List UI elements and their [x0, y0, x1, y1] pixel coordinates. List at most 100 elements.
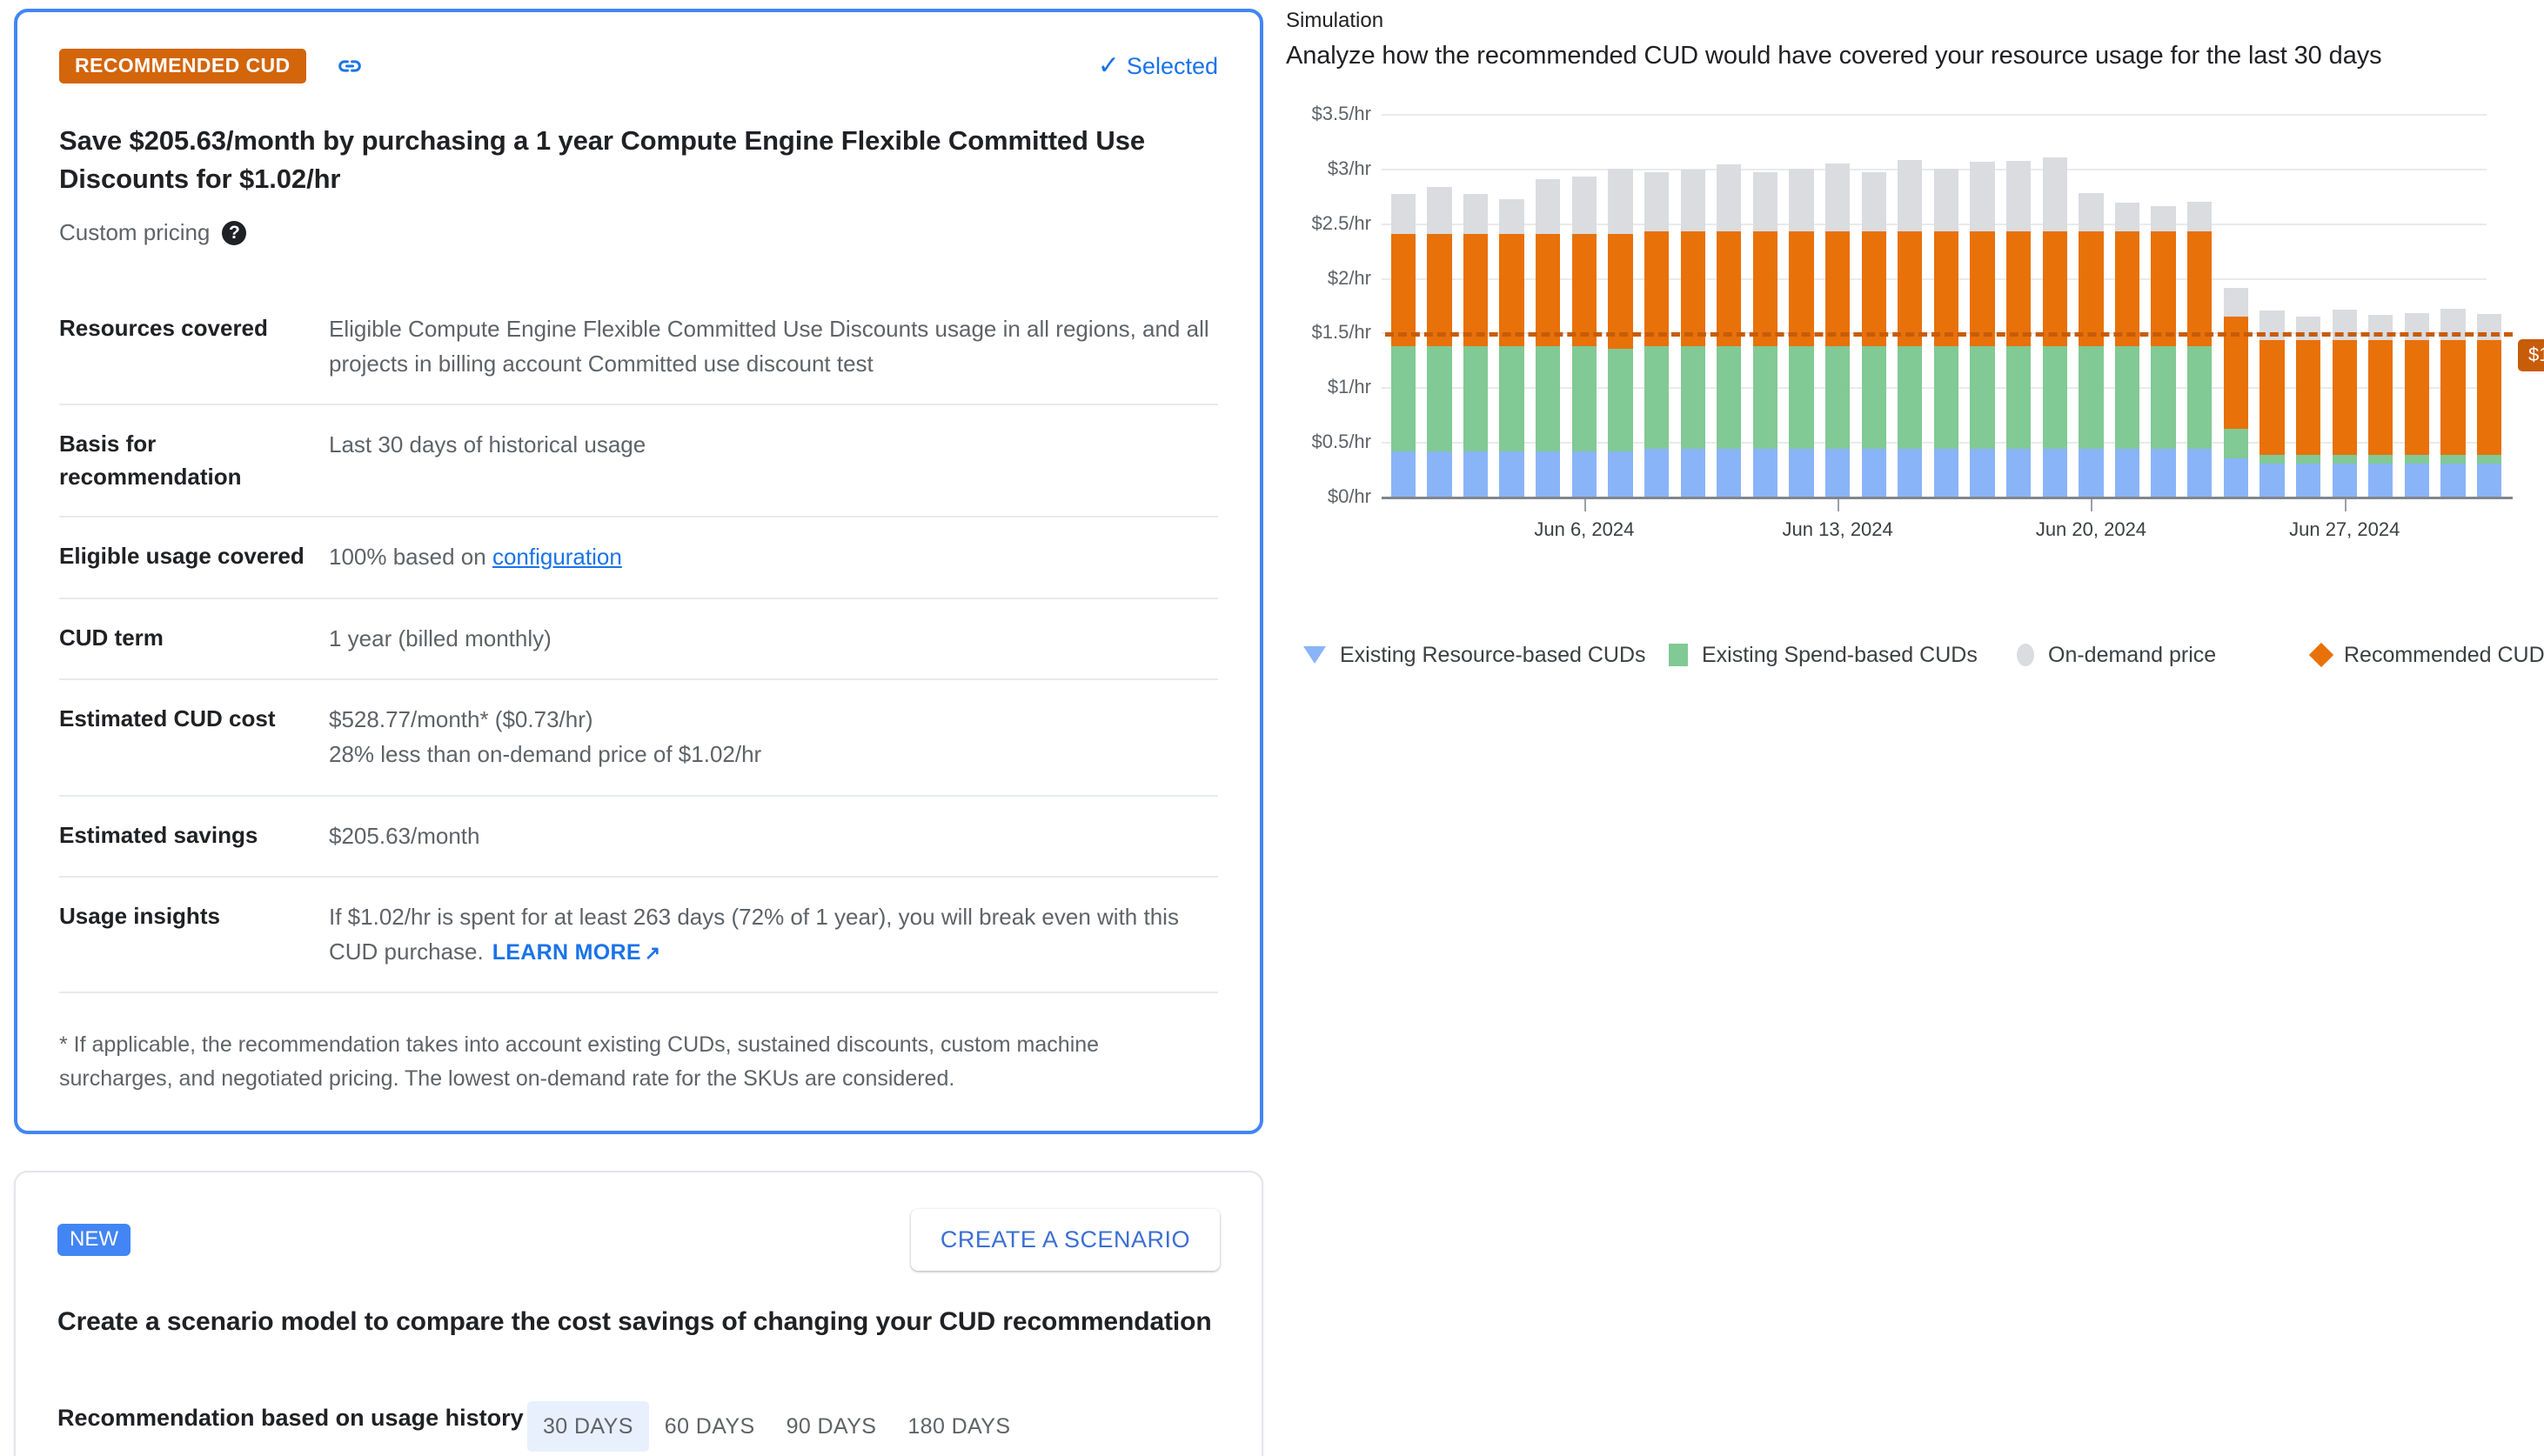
stacked-bar[interactable]	[2114, 202, 2140, 497]
bar-slot[interactable]	[2037, 114, 2073, 497]
bar-segment	[2079, 230, 2104, 346]
stacked-bar[interactable]	[2332, 310, 2357, 497]
bar-slot[interactable]	[1603, 114, 1639, 497]
legend-item[interactable]: Existing Resource-based CUDs	[1303, 643, 1646, 668]
bar-segment	[1970, 448, 1995, 497]
bar-slot[interactable]	[1494, 114, 1530, 497]
bar-segment	[2114, 448, 2140, 497]
stacked-bar[interactable]	[1717, 164, 1742, 497]
bar-slot[interactable]	[2362, 114, 2399, 497]
bar-slot[interactable]	[1457, 114, 1494, 497]
stacked-bar[interactable]	[2223, 287, 2248, 497]
bar-slot[interactable]	[2254, 114, 2291, 497]
stacked-bar[interactable]	[2368, 315, 2393, 497]
bar-segment	[2476, 464, 2502, 497]
tab-60-days[interactable]: 60 DAYS	[649, 1401, 771, 1452]
learn-more-link[interactable]: LEARN MORE ↗	[492, 940, 661, 965]
diamond-icon	[2308, 642, 2334, 668]
stacked-bar[interactable]	[1390, 193, 1416, 497]
x-axis-ticks: Jun 6, 2024 Jun 13, 2024 Jun 20, 2024 Jun 2…	[1382, 499, 2513, 551]
bar-slot[interactable]	[1928, 114, 1965, 497]
bar-slot[interactable]	[1422, 114, 1458, 497]
bar-segment	[1752, 230, 1778, 346]
help-icon[interactable]: ?	[222, 220, 247, 245]
legend-item[interactable]: Recommended CUD	[2308, 643, 2544, 668]
bar-segment	[1933, 448, 1959, 497]
stacked-bar[interactable]	[1463, 193, 1489, 497]
bar-segment	[2187, 448, 2213, 497]
bar-slot[interactable]	[1965, 114, 2001, 497]
bar-segment	[1717, 230, 1742, 346]
bar-slot[interactable]	[1566, 114, 1603, 497]
tab-90-days[interactable]: 90 DAYS	[771, 1401, 893, 1452]
stacked-bar[interactable]	[2404, 312, 2429, 497]
bar-segment	[1536, 179, 1561, 235]
bar-slot[interactable]	[1530, 114, 1566, 497]
bar-segment	[1933, 345, 1959, 449]
bar-segment	[2440, 464, 2466, 497]
bar-segment	[1680, 448, 1705, 497]
bar-segment	[2042, 448, 2067, 497]
stacked-bar[interactable]	[1824, 163, 1851, 497]
circle-icon	[2017, 644, 2034, 666]
bar-slot[interactable]	[2218, 114, 2254, 497]
bar-slot[interactable]	[1385, 114, 1422, 497]
stacked-bar[interactable]	[2079, 192, 2104, 497]
bar-slot[interactable]	[2000, 114, 2037, 497]
legend-item[interactable]: Existing Spend-based CUDs	[1669, 643, 1978, 668]
triangle-down-icon	[1303, 646, 1326, 664]
bar-series	[1385, 114, 2507, 497]
bar-slot[interactable]	[2326, 114, 2363, 497]
bar-segment	[2151, 448, 2176, 497]
link-icon[interactable]	[334, 50, 365, 82]
stacked-bar[interactable]	[2187, 201, 2213, 497]
stacked-bar[interactable]	[1499, 199, 1524, 497]
bar-slot[interactable]	[1819, 114, 1856, 497]
bar-slot[interactable]	[2181, 114, 2218, 497]
bar-slot[interactable]	[2146, 114, 2182, 497]
recommended-cud-badge: RECOMMENDED CUD	[59, 49, 306, 83]
bar-slot[interactable]	[1856, 114, 1892, 497]
bar-segment	[2223, 287, 2248, 317]
simulation-section-label: Simulation	[1286, 9, 1384, 32]
bar-segment	[1463, 193, 1489, 235]
bar-slot[interactable]	[1747, 114, 1784, 497]
bar-slot[interactable]	[1892, 114, 1929, 497]
create-scenario-button[interactable]: CREATE A SCENARIO	[910, 1208, 1220, 1271]
stacked-bar[interactable]	[2006, 161, 2032, 497]
bar-slot[interactable]	[1675, 114, 1711, 497]
bar-segment	[1463, 345, 1489, 452]
stacked-bar[interactable]	[1536, 179, 1561, 497]
bar-slot[interactable]	[2290, 114, 2326, 497]
recommended-cud-card[interactable]: RECOMMENDED CUD ✓ Selected Save $205.63/…	[14, 9, 1263, 1134]
configuration-link[interactable]: configuration	[492, 544, 622, 570]
stacked-bar[interactable]	[2151, 205, 2176, 497]
bar-segment	[2042, 230, 2067, 346]
stacked-bar[interactable]	[1898, 159, 1923, 497]
legend-item[interactable]: On-demand price	[2017, 643, 2216, 668]
stacked-bar[interactable]	[1427, 187, 1452, 497]
bar-slot[interactable]	[2109, 114, 2146, 497]
stacked-bar[interactable]	[1970, 162, 1995, 497]
stacked-bar[interactable]	[2042, 157, 2067, 497]
row-value: Eligible Compute Engine Flexible Committ…	[329, 316, 1209, 377]
bar-slot[interactable]	[2399, 114, 2435, 497]
stacked-bar[interactable]	[2476, 314, 2502, 497]
bar-slot[interactable]	[2471, 114, 2507, 497]
tab-180-days[interactable]: 180 DAYS	[892, 1401, 1026, 1452]
bar-slot[interactable]	[2073, 114, 2110, 497]
bar-segment	[2187, 345, 2213, 449]
usage-history-options: 30 DAYS 60 DAYS 90 DAYS 180 DAYS	[527, 1375, 1220, 1456]
stacked-bar[interactable]	[2295, 316, 2321, 497]
simulation-panel: Simulation Analyze how the recommended C…	[1286, 9, 2544, 668]
y-axis-tick-label: $2/hr	[1327, 266, 1371, 289]
stacked-bar[interactable]	[2259, 311, 2285, 497]
bar-slot[interactable]	[1784, 114, 1820, 497]
bar-slot[interactable]	[1638, 114, 1675, 497]
selected-status[interactable]: ✓ Selected	[1098, 53, 1218, 80]
bar-slot[interactable]	[1711, 114, 1747, 497]
bar-slot[interactable]	[2435, 114, 2472, 497]
y-axis-tick-label: $3/hr	[1327, 157, 1371, 179]
bar-segment	[2223, 429, 2248, 458]
tab-30-days[interactable]: 30 DAYS	[527, 1400, 649, 1452]
